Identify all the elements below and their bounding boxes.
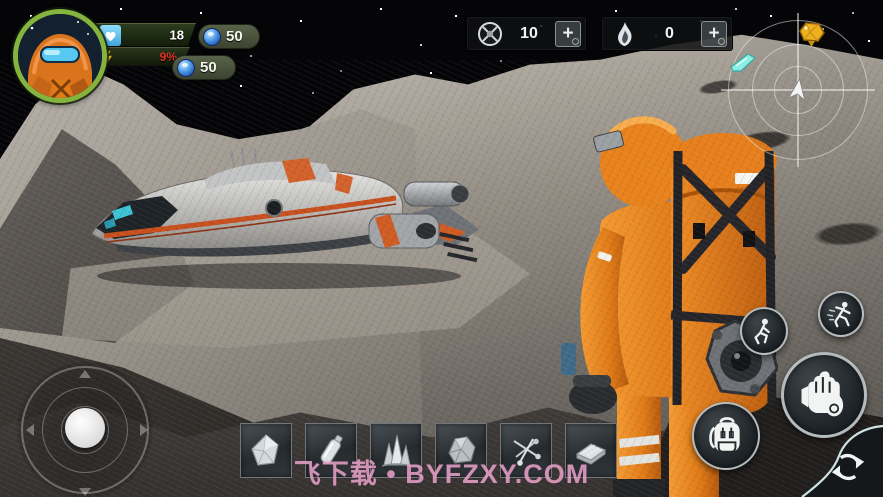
player-arrow xyxy=(789,79,807,101)
backpack-button[interactable] xyxy=(692,402,760,470)
fist-icon xyxy=(797,368,851,422)
fire-icon xyxy=(611,20,638,47)
ship-marker xyxy=(729,52,757,76)
oxygen-add-button[interactable]: + xyxy=(555,21,581,47)
currency-value: 50 xyxy=(226,28,243,45)
gold-loot-marker xyxy=(796,20,828,48)
fire-value: 0 xyxy=(638,25,701,43)
crouch-button[interactable] xyxy=(740,307,788,355)
fire-counter: 0 + xyxy=(601,16,733,51)
sprint-icon xyxy=(826,299,856,329)
joystick-arrow-left xyxy=(26,424,34,436)
oxygen-icon xyxy=(476,20,503,47)
blue-coin-icon xyxy=(177,59,195,77)
watermark-text: 飞下载 • BYFZXY.COM xyxy=(294,452,589,491)
currency-badge[interactable]: 50 xyxy=(172,55,236,80)
crashed-spaceship xyxy=(84,136,479,291)
fire-add-button[interactable]: + xyxy=(701,21,727,47)
quartz-crystal-icon xyxy=(246,431,286,471)
health-bar: 18 xyxy=(92,23,196,46)
player-avatar[interactable] xyxy=(13,9,107,103)
currency-value: 50 xyxy=(200,59,217,76)
crouch-icon xyxy=(749,316,779,346)
sprint-button[interactable] xyxy=(818,291,864,337)
switch-hands-button[interactable] xyxy=(788,420,883,497)
backpack-icon xyxy=(705,415,747,457)
star-field xyxy=(0,0,2,2)
joystick-arrow-right xyxy=(140,424,148,436)
joystick-arrow-up xyxy=(79,370,91,378)
oxygen-counter: 10 + xyxy=(466,16,587,51)
game-screen: 18 9% 50 50 xyxy=(0,0,883,497)
blue-coin-icon xyxy=(203,28,221,46)
health-value: 18 xyxy=(170,28,184,43)
joystick-knob[interactable] xyxy=(65,408,105,448)
currency-badge[interactable]: 50 xyxy=(198,24,260,49)
joystick-arrow-down xyxy=(79,488,91,496)
oxygen-value: 10 xyxy=(503,25,555,43)
hotbar-slot-quartz-crystal[interactable] xyxy=(240,423,292,478)
